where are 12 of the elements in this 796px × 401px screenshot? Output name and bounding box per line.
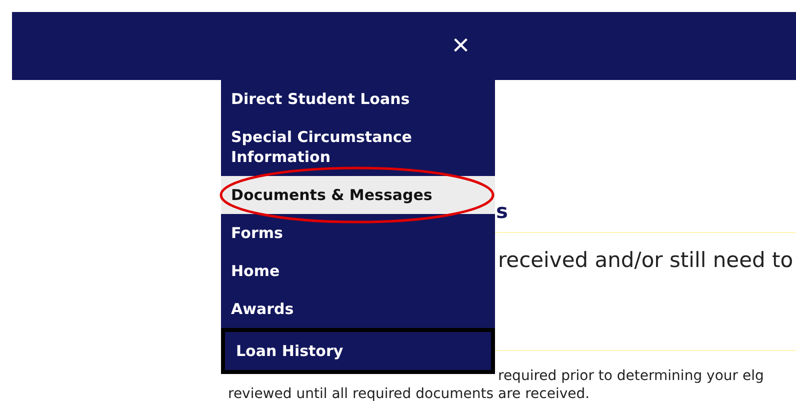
note-text: reviewed until all required documents are received.	[228, 387, 590, 401]
menu-item[interactable]: Documents & Messages	[221, 176, 495, 214]
menu-item[interactable]: Home	[221, 252, 495, 290]
intro-text: received and/or still need to	[497, 247, 794, 273]
note-text: required prior to determining your elg	[497, 368, 764, 384]
menu-item[interactable]: Awards	[221, 290, 495, 328]
menu-item[interactable]: Forms	[221, 214, 495, 252]
close-button[interactable]: ×	[450, 31, 472, 61]
menu-item[interactable]: Special Circumstance Information	[221, 118, 495, 176]
menu-item[interactable]: Loan History	[221, 328, 495, 374]
page-heading: s	[495, 200, 508, 222]
menu-item[interactable]: Direct Student Loans	[221, 80, 495, 118]
